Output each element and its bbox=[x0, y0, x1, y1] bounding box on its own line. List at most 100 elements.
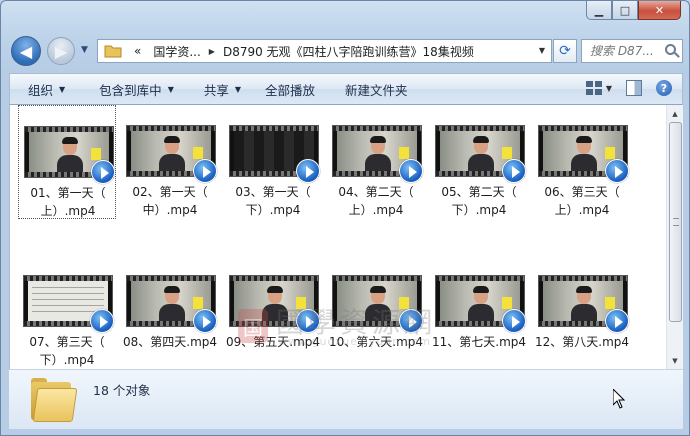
command-toolbar: 组织 ▼ 包含到库中 ▼ 共享 ▼ 全部播放 新建文件夹 ▼ ? bbox=[9, 73, 683, 105]
media-player-icon bbox=[193, 309, 217, 333]
media-player-icon bbox=[296, 159, 320, 183]
breadcrumb-segment-2[interactable]: D8790 无观《四柱八字陪跑训练营》18集视频 bbox=[223, 43, 474, 60]
organize-label: 组织 bbox=[28, 82, 54, 98]
include-in-library-label: 包含到库中 bbox=[99, 82, 162, 98]
file-name-line2: 下）.mp4 bbox=[245, 203, 301, 217]
preview-pane-icon[interactable] bbox=[626, 80, 642, 96]
grip-icon bbox=[673, 218, 679, 226]
file-name: 04、第二天（ 上）.mp4 bbox=[327, 183, 425, 219]
recent-pages-dropdown[interactable]: ▼ bbox=[81, 45, 88, 55]
media-player-icon bbox=[399, 159, 423, 183]
refresh-icon: ⟳ bbox=[559, 43, 571, 59]
file-name-line1: 08、第四天.mp4 bbox=[122, 335, 218, 349]
share-menu[interactable]: 共享 ▼ bbox=[204, 80, 241, 99]
minimize-button[interactable]: ▁ bbox=[586, 1, 612, 20]
file-name-line1: 09、第五天.mp4 bbox=[225, 335, 321, 349]
file-item[interactable]: 05、第二天（ 下）.mp4 bbox=[430, 105, 528, 219]
media-player-icon bbox=[90, 309, 114, 333]
search-input[interactable] bbox=[590, 44, 664, 58]
file-item[interactable]: 08、第四天.mp4 bbox=[121, 255, 219, 369]
file-item[interactable]: 06、第三天（ 上）.mp4 bbox=[533, 105, 631, 219]
file-name-line2: 上）.mp4 bbox=[554, 203, 610, 217]
file-name: 03、第一天（ 下）.mp4 bbox=[224, 183, 322, 219]
file-view[interactable]: 01、第一天（ 上）.mp4 02、第一天（ 中）.mp4 03、第一天（ 下）.mp4 0… bbox=[9, 105, 683, 369]
item-count: 18 个对象 bbox=[93, 383, 151, 398]
include-in-library-menu[interactable]: 包含到库中 ▼ bbox=[99, 80, 174, 99]
arrow-left-icon: ◀ bbox=[19, 41, 33, 61]
window-controls: ▁ □ ✕ bbox=[586, 1, 681, 20]
media-player-icon bbox=[502, 309, 526, 333]
forward-button[interactable]: ▶ bbox=[47, 37, 75, 65]
file-name-line1: 01、第一天（ bbox=[30, 186, 106, 200]
address-bar[interactable]: « 国学资... ▶ D8790 无观《四柱八字陪跑训练营》18集视频 ▼ bbox=[97, 39, 552, 63]
arrow-right-icon: ▶ bbox=[54, 41, 68, 61]
media-player-icon bbox=[605, 309, 629, 333]
file-name-line1: 06、第三天（ bbox=[544, 185, 620, 199]
file-name-line2: 下）.mp4 bbox=[451, 203, 507, 217]
search-box[interactable] bbox=[581, 39, 683, 63]
file-name-line1: 11、第七天.mp4 bbox=[431, 335, 527, 349]
file-item[interactable]: 09、第五天.mp4 bbox=[224, 255, 322, 369]
close-button[interactable]: ✕ bbox=[638, 1, 681, 20]
file-item[interactable]: 02、第一天（ 中）.mp4 bbox=[121, 105, 219, 219]
file-item[interactable]: 04、第二天（ 上）.mp4 bbox=[327, 105, 425, 219]
file-name: 06、第三天（ 上）.mp4 bbox=[533, 183, 631, 219]
file-name-line1: 10、第六天.mp4 bbox=[328, 335, 424, 349]
new-folder-label: 新建文件夹 bbox=[345, 82, 408, 98]
file-item[interactable]: 07、第三天（ 下）.mp4 bbox=[18, 255, 116, 369]
file-name-line2: 上）.mp4 bbox=[348, 203, 404, 217]
help-icon[interactable]: ? bbox=[656, 80, 672, 96]
folder-icon bbox=[29, 378, 78, 422]
scrollbar-thumb[interactable] bbox=[669, 122, 682, 322]
media-player-icon bbox=[91, 160, 115, 184]
scroll-up-arrow-icon[interactable]: ▲ bbox=[667, 105, 683, 122]
play-all-button[interactable]: 全部播放 bbox=[265, 80, 315, 99]
change-view-icon[interactable] bbox=[585, 81, 602, 95]
refresh-button[interactable]: ⟳ bbox=[553, 39, 577, 63]
media-player-icon bbox=[399, 309, 423, 333]
media-player-icon bbox=[605, 159, 629, 183]
chevron-down-icon: ▼ bbox=[234, 84, 242, 94]
vertical-scrollbar[interactable]: ▲ ▼ bbox=[666, 105, 683, 369]
share-label: 共享 bbox=[203, 82, 229, 98]
search-icon[interactable] bbox=[665, 44, 676, 55]
file-name: 02、第一天（ 中）.mp4 bbox=[121, 183, 219, 219]
view-options-dropdown-icon[interactable]: ▼ bbox=[606, 84, 612, 93]
file-name: 10、第六天.mp4 bbox=[327, 333, 425, 351]
folder-icon bbox=[104, 44, 122, 58]
file-name-line2: 下）.mp4 bbox=[39, 353, 95, 367]
breadcrumb-segment-1[interactable]: 国学资... bbox=[153, 43, 200, 60]
file-item[interactable]: 12、第八天.mp4 bbox=[533, 255, 631, 369]
organize-menu[interactable]: 组织 ▼ bbox=[28, 80, 65, 99]
maximize-button[interactable]: □ bbox=[612, 1, 638, 20]
file-item[interactable]: 03、第一天（ 下）.mp4 bbox=[224, 105, 322, 219]
file-item[interactable]: 10、第六天.mp4 bbox=[327, 255, 425, 369]
media-player-icon bbox=[193, 159, 217, 183]
file-item[interactable]: 01、第一天（ 上）.mp4 bbox=[18, 105, 116, 219]
file-name: 08、第四天.mp4 bbox=[121, 333, 219, 351]
file-name: 11、第七天.mp4 bbox=[430, 333, 528, 351]
back-button[interactable]: ◀ bbox=[11, 36, 41, 66]
file-name-line1: 03、第一天（ bbox=[235, 185, 311, 199]
new-folder-button[interactable]: 新建文件夹 bbox=[345, 80, 408, 99]
file-name: 05、第二天（ 下）.mp4 bbox=[430, 183, 528, 219]
file-name-line1: 07、第三天（ bbox=[29, 335, 105, 349]
mouse-cursor-icon bbox=[612, 387, 626, 412]
file-item[interactable]: 11、第七天.mp4 bbox=[430, 255, 528, 369]
scroll-down-arrow-icon[interactable]: ▼ bbox=[667, 352, 683, 369]
address-dropdown-icon[interactable]: ▼ bbox=[539, 46, 545, 55]
file-name-line1: 05、第二天（ bbox=[441, 185, 517, 199]
file-name-line2: 中）.mp4 bbox=[142, 203, 198, 217]
file-name-line1: 12、第八天.mp4 bbox=[534, 335, 630, 349]
media-player-icon bbox=[296, 309, 320, 333]
chevron-down-icon: ▼ bbox=[167, 84, 174, 94]
file-name-line2: 上）.mp4 bbox=[40, 204, 96, 218]
toolbar-right: ▼ ? bbox=[585, 80, 672, 96]
explorer-window: ▁ □ ✕ ◀ ▶ ▼ « 国学资... ▶ D8790 无观《四柱八字陪跑训练… bbox=[0, 0, 690, 436]
breadcrumb-overflow[interactable]: « bbox=[134, 44, 141, 58]
details-pane: 18 个对象 bbox=[9, 369, 683, 429]
navigation-bar: ◀ ▶ ▼ « 国学资... ▶ D8790 无观《四柱八字陪跑训练营》18集视… bbox=[11, 36, 683, 66]
play-all-label: 全部播放 bbox=[265, 82, 316, 98]
file-name: 12、第八天.mp4 bbox=[533, 333, 631, 351]
breadcrumb-chevron-icon[interactable]: ▶ bbox=[209, 47, 215, 56]
